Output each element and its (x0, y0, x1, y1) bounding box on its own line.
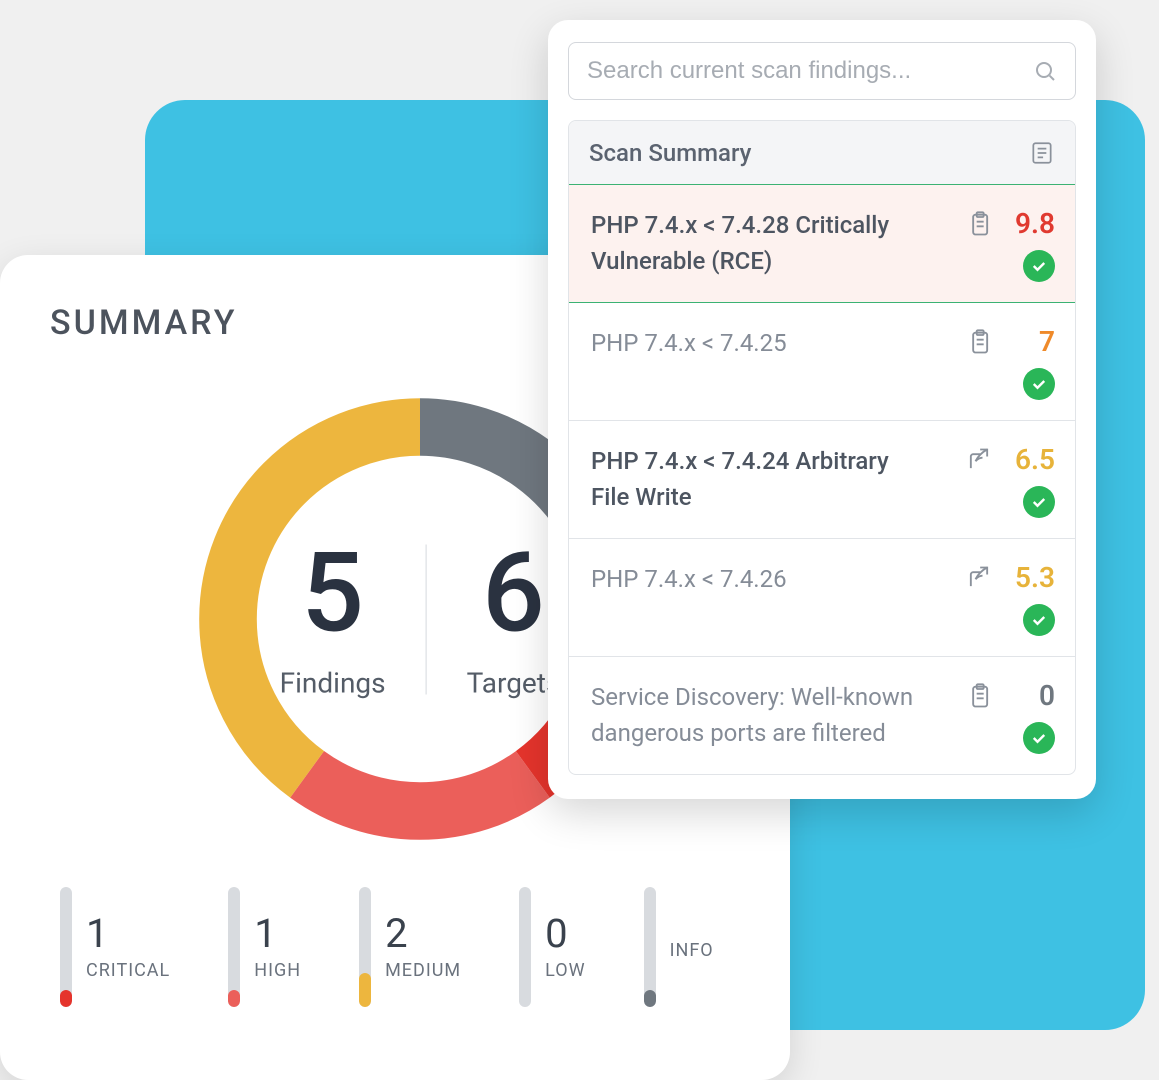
severity-label: CRITICAL (86, 960, 170, 981)
finding-score: 9.8 (1009, 207, 1055, 240)
divider (426, 544, 427, 694)
severity-bar (644, 887, 656, 1007)
clipboard-icon (965, 328, 993, 356)
finding-meta: 6.5 (947, 443, 1055, 518)
targets-label: Targets (467, 667, 561, 700)
severity-count: 1 (254, 914, 276, 954)
findings-panel: Scan Summary PHP 7.4.x < 7.4.28 Critical… (548, 20, 1096, 799)
severity-count: 2 (385, 914, 407, 954)
finding-meta: 0 (947, 679, 1055, 754)
findings-label: Findings (280, 667, 386, 700)
severity-label: INFO (670, 940, 714, 961)
severity-bar (519, 887, 531, 1007)
severity-bar (228, 887, 240, 1007)
severity-count: 0 (545, 914, 567, 954)
finding-title: PHP 7.4.x < 7.4.25 (591, 325, 933, 361)
findings-list: Scan Summary PHP 7.4.x < 7.4.28 Critical… (568, 120, 1076, 775)
finding-row[interactable]: PHP 7.4.x < 7.4.28 Critically Vulnerable… (568, 184, 1076, 303)
severity-bar (60, 887, 72, 1007)
finding-title: PHP 7.4.x < 7.4.28 Critically Vulnerable… (591, 207, 933, 279)
status-ok-icon (1023, 250, 1055, 282)
clipboard-icon (965, 682, 993, 710)
finding-row[interactable]: Service Discovery: Well-known dangerous … (569, 656, 1075, 774)
finding-row[interactable]: PHP 7.4.x < 7.4.25 7 (569, 302, 1075, 420)
status-ok-icon (1023, 368, 1055, 400)
findings-list-header: Scan Summary (569, 121, 1075, 185)
check-icon (1030, 493, 1048, 511)
finding-row[interactable]: PHP 7.4.x < 7.4.24 Arbitrary File Write … (569, 420, 1075, 538)
finding-title: PHP 7.4.x < 7.4.26 (591, 561, 933, 597)
status-ok-icon (1023, 486, 1055, 518)
check-icon (1030, 375, 1048, 393)
donut-center: 5 Findings 6 Targets (280, 539, 561, 700)
severity-item: 2 MEDIUM (359, 887, 461, 1007)
findings-count: 5 (301, 539, 364, 649)
severity-label: LOW (545, 960, 585, 981)
finding-meta: 5.3 (947, 561, 1055, 636)
feather-export-icon (965, 446, 993, 474)
severity-item: INFO (644, 887, 714, 1007)
severity-bar (359, 887, 371, 1007)
status-ok-icon (1023, 604, 1055, 636)
check-icon (1030, 257, 1048, 275)
severity-row: 1 CRITICAL 1 HIGH 2 MEDIUM 0 LOW INFO (50, 887, 750, 1007)
finding-row[interactable]: PHP 7.4.x < 7.4.26 5.3 (569, 538, 1075, 656)
status-ok-icon (1023, 722, 1055, 754)
search-icon (1033, 59, 1057, 83)
finding-score: 6.5 (1009, 443, 1055, 476)
findings-header-label: Scan Summary (589, 139, 751, 167)
severity-count: 1 (86, 914, 108, 954)
severity-item: 1 CRITICAL (60, 887, 170, 1007)
finding-score: 0 (1009, 679, 1055, 712)
severity-label: HIGH (254, 960, 301, 981)
finding-title: PHP 7.4.x < 7.4.24 Arbitrary File Write (591, 443, 933, 515)
finding-score: 5.3 (1009, 561, 1055, 594)
finding-meta: 9.8 (947, 207, 1055, 282)
finding-score: 7 (1009, 325, 1055, 358)
severity-item: 0 LOW (519, 887, 585, 1007)
finding-meta: 7 (947, 325, 1055, 400)
clipboard-icon (965, 210, 993, 238)
targets-count: 6 (482, 539, 545, 649)
severity-label: MEDIUM (385, 960, 461, 981)
check-icon (1030, 611, 1048, 629)
feather-export-icon (965, 564, 993, 592)
search-box[interactable] (568, 42, 1076, 100)
severity-item: 1 HIGH (228, 887, 301, 1007)
finding-title: Service Discovery: Well-known dangerous … (591, 679, 933, 751)
search-input[interactable] (587, 57, 1033, 85)
check-icon (1030, 729, 1048, 747)
bookmark-icon[interactable] (1029, 140, 1055, 166)
